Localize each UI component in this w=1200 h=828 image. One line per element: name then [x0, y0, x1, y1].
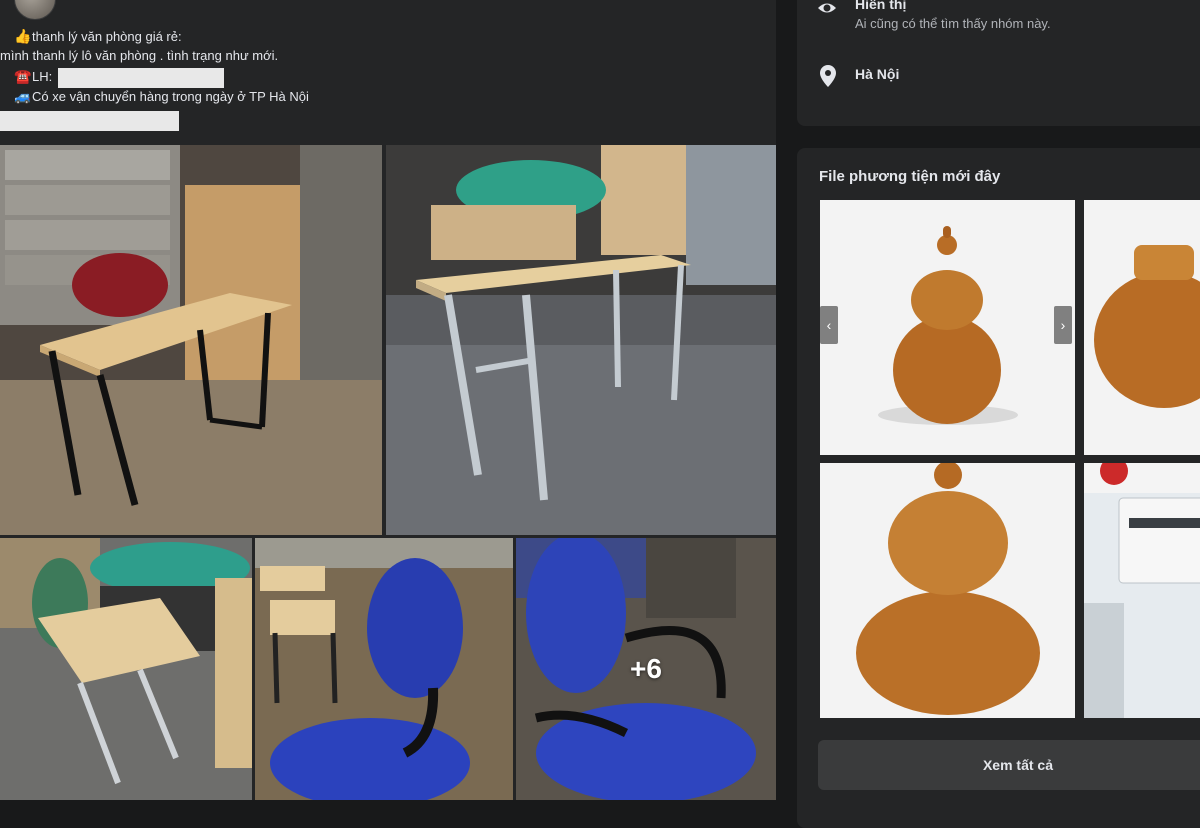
- more-photos-count[interactable]: +6: [516, 538, 776, 800]
- wooden-gourd-image: [820, 200, 1075, 455]
- group-about-card: Hiển thị Ai cũng có thể tìm thấy nhóm nà…: [797, 0, 1200, 126]
- redacted-text: [0, 111, 179, 131]
- recent-media-title: File phương tiện mới đây: [819, 168, 1001, 185]
- next-arrow-icon[interactable]: ›: [1054, 306, 1072, 344]
- group-post: 👍thanh lý văn phòng giá rẻ: mình thanh l…: [0, 0, 776, 800]
- author-avatar[interactable]: [14, 0, 56, 20]
- previous-arrow-icon[interactable]: ‹: [820, 306, 838, 344]
- location-label[interactable]: Hà Nội: [855, 66, 1155, 82]
- car-icon: 🚙: [14, 88, 32, 104]
- post-photo-1[interactable]: [0, 145, 382, 535]
- post-photo-4[interactable]: [255, 538, 513, 800]
- air-conditioner-image: [1084, 463, 1200, 718]
- recent-media-card: File phương tiện mới đây ‹ › Xem tất cả: [797, 148, 1200, 828]
- post-line: mình thanh lý lô văn phòng . tình trạng …: [0, 48, 279, 63]
- post-photo-2[interactable]: [386, 145, 776, 535]
- see-all-button[interactable]: Xem tất cả: [818, 740, 1200, 790]
- telephone-icon: ☎️: [14, 68, 32, 84]
- media-thumb-4[interactable]: [1084, 463, 1200, 718]
- long-table-image: [0, 538, 252, 800]
- wooden-pot-image: [1084, 200, 1200, 455]
- desk-black-legs-image: [0, 145, 382, 535]
- post-photo-5[interactable]: +6: [516, 538, 776, 800]
- wooden-gourd-large-image: [820, 463, 1075, 718]
- post-text: 👍thanh lý văn phòng giá rẻ: mình thanh l…: [0, 26, 309, 106]
- media-thumb-2[interactable]: [1084, 200, 1200, 455]
- post-line: 🚙Có xe vận chuyển hàng trong ngày ở TP H…: [14, 88, 309, 104]
- eye-icon: [818, 3, 836, 13]
- media-thumb-1[interactable]: ‹ ›: [820, 200, 1075, 455]
- location-pin-icon: [820, 65, 836, 87]
- office-chair-image: [255, 538, 513, 800]
- thumbs-up-icon: 👍: [14, 28, 32, 44]
- media-thumb-3[interactable]: [820, 463, 1075, 718]
- folding-table-image: [386, 145, 776, 535]
- visibility-description: Ai cũng có thể tìm thấy nhóm này.: [855, 16, 1051, 31]
- post-photo-3[interactable]: [0, 538, 252, 800]
- post-line: 👍thanh lý văn phòng giá rẻ:: [14, 28, 182, 44]
- visibility-title: Hiển thị: [855, 0, 907, 12]
- post-line: ☎️LH:: [14, 66, 309, 88]
- redacted-phone: [57, 67, 224, 88]
